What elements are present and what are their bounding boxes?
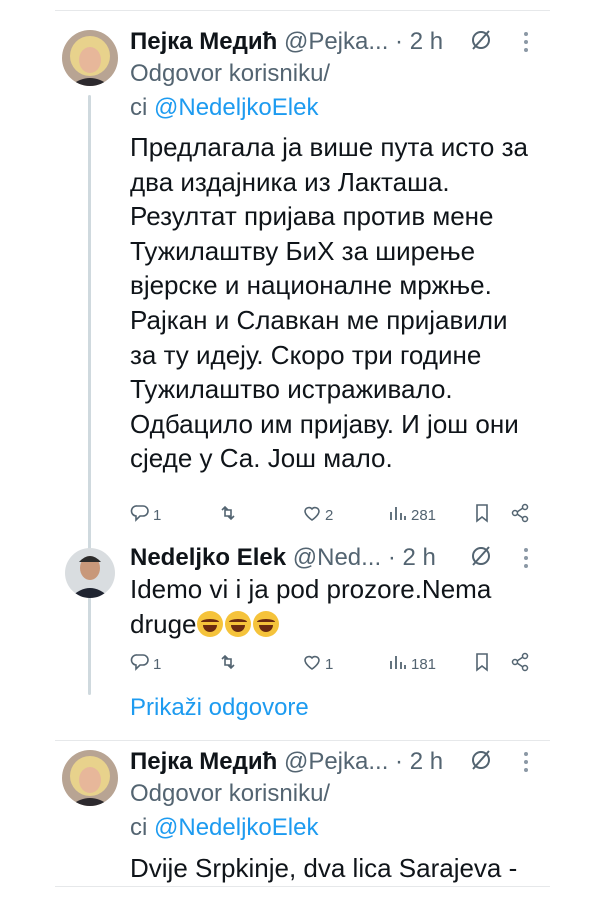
reply-prefix2: ci	[130, 814, 148, 841]
reply-button[interactable]: 1	[130, 652, 161, 676]
timestamp[interactable]: 2 h	[403, 544, 436, 571]
user-handle[interactable]: @Ned...	[293, 544, 381, 571]
tweet-3[interactable]: Пејка Медић @Pejka... · 2 h Odgovor kori…	[0, 740, 600, 900]
display-name[interactable]: Пејка Медић	[130, 28, 277, 55]
like-icon	[302, 652, 322, 676]
timestamp[interactable]: 2 h	[410, 28, 443, 55]
retweet-button[interactable]	[218, 652, 241, 676]
views-icon	[388, 652, 408, 676]
separator-dot: ·	[395, 748, 404, 775]
like-button[interactable]: 2	[302, 503, 333, 527]
text-line: Предлагала ја више пута исто за	[130, 132, 528, 162]
user-handle[interactable]: @Pejka...	[284, 748, 388, 775]
avatar-pejka[interactable]	[62, 30, 118, 86]
action-bar: 1 2 281	[130, 503, 530, 529]
divider	[55, 886, 550, 887]
muted-icon	[470, 27, 492, 61]
share-button[interactable]	[510, 503, 530, 527]
like-button[interactable]: 1	[302, 652, 333, 676]
reply-prefix: Odgovor korisniku/	[130, 60, 331, 87]
views-icon	[388, 503, 408, 527]
more-icon[interactable]	[520, 30, 532, 62]
reply-context: Odgovor korisniku/ ci @NedeljkoElek	[130, 777, 330, 845]
tweet-text: Предлагала ја више пута исто за два изда…	[130, 130, 570, 476]
separator-dot: ·	[395, 28, 404, 55]
text-line: Рајкан и Славкан ме пријавили	[130, 304, 508, 335]
bookmark-icon	[472, 652, 492, 676]
views-button[interactable]: 281	[388, 503, 436, 527]
like-count: 1	[325, 655, 334, 673]
text-line: druge	[130, 608, 197, 639]
like-icon	[302, 503, 322, 527]
retweet-button[interactable]	[218, 503, 241, 527]
share-button[interactable]	[510, 652, 530, 676]
text-line: Тужилаштву БиХ за ширење	[130, 235, 476, 266]
timestamp[interactable]: 2 h	[410, 748, 443, 775]
reply-icon	[130, 503, 150, 527]
reply-icon	[130, 652, 150, 676]
tweet-1[interactable]: Пејка Медић @Pejka... · 2 h Odgovor kori…	[0, 0, 600, 695]
action-bar: 1 1 181	[130, 652, 530, 678]
tweet-header: Пејка Медић @Pejka... · 2 h	[130, 747, 443, 777]
tweet-text: Idemo vi i ja pod prozore.Nema druge	[130, 572, 570, 641]
text-line: за ту идеју. Скоро три године	[130, 339, 482, 370]
reply-count: 1	[153, 506, 162, 524]
reply-context: Odgovor korisniku/ ci @NedeljkoElek	[130, 57, 330, 125]
text-line: вјерске и националне мржње.	[130, 270, 492, 301]
text-line: Idemo vi i ja pod prozore.Nema	[130, 574, 492, 604]
share-icon	[510, 503, 530, 527]
text-line: Резултат пријава против мене	[130, 201, 494, 232]
text-line: Тужилаштво истраживало.	[130, 374, 453, 405]
mention-link[interactable]: @NedeljkoElek	[154, 94, 318, 121]
show-replies-link[interactable]: Prikaži odgovore	[130, 692, 309, 724]
display-name[interactable]: Пејка Медић	[130, 748, 277, 775]
views-count: 281	[411, 506, 437, 524]
more-icon[interactable]	[520, 750, 532, 782]
mention-link[interactable]: @NedeljkoElek	[154, 814, 318, 841]
reply-prefix2: ci	[130, 94, 148, 121]
user-handle[interactable]: @Pejka...	[284, 28, 388, 55]
rolling-on-floor-laughing-icon	[196, 610, 223, 637]
text-line: Одбацило им пријаву. И још они	[130, 408, 519, 439]
reply-prefix: Odgovor korisniku/	[130, 780, 331, 807]
bookmark-icon	[472, 503, 492, 527]
rolling-on-floor-laughing-icon	[252, 610, 279, 637]
rolling-on-floor-laughing-icon	[224, 610, 251, 637]
views-count: 181	[411, 655, 437, 673]
tweet-2[interactable]: Nedeljko Elek @Ned... · 2 h Idemo vi i j…	[0, 540, 600, 690]
retweet-icon	[218, 503, 238, 527]
tweet-header: Nedeljko Elek @Ned... · 2 h	[130, 543, 436, 573]
reply-button[interactable]: 1	[130, 503, 161, 527]
text-line: два издајника из Лакташа.	[130, 166, 450, 197]
bookmark-button[interactable]	[472, 503, 492, 527]
text-line: Dvije Srpkinje, dva lica Sarajeva -	[130, 853, 518, 883]
retweet-icon	[218, 652, 238, 676]
like-count: 2	[325, 506, 334, 524]
text-line: сједе у Са. Још мало.	[130, 443, 393, 474]
bookmark-button[interactable]	[472, 652, 492, 676]
separator-dot: ·	[387, 544, 396, 571]
muted-icon	[470, 747, 492, 781]
share-icon	[510, 652, 530, 676]
tweet-text: Dvije Srpkinje, dva lica Sarajeva -	[130, 851, 570, 886]
reply-count: 1	[153, 655, 162, 673]
avatar-pejka[interactable]	[62, 750, 118, 806]
avatar-nedeljko[interactable]	[65, 548, 115, 598]
views-button[interactable]: 181	[388, 652, 436, 676]
tweet-header: Пејка Медић @Pejka... · 2 h	[130, 27, 443, 57]
display-name[interactable]: Nedeljko Elek	[130, 544, 286, 571]
